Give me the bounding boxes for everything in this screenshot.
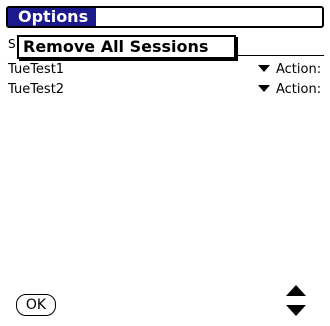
options-menu-title[interactable]: Options	[8, 8, 97, 26]
remove-all-sessions-menu-item[interactable]: Remove All Sessions	[23, 38, 208, 56]
popup-triangle-icon	[258, 65, 270, 72]
action-popup-trigger[interactable]: Action:	[258, 60, 321, 80]
session-list: TueTest1 Action: TueTest2 Action:	[8, 60, 326, 100]
scroll-down-arrow-icon[interactable]	[286, 305, 306, 316]
action-label: Action:	[276, 82, 322, 97]
popup-triangle-icon	[258, 85, 270, 92]
options-dropdown-menu: Remove All Sessions	[17, 35, 236, 59]
session-name: TueTest2	[8, 82, 65, 97]
title-separator-line	[236, 55, 324, 56]
list-item[interactable]: TueTest1 Action:	[8, 60, 326, 80]
menu-bar[interactable]: Options	[6, 6, 324, 28]
list-item[interactable]: TueTest2 Action:	[8, 80, 326, 100]
form-title-stub: S	[8, 37, 16, 51]
action-popup-trigger[interactable]: Action:	[258, 80, 321, 100]
ok-button[interactable]: OK	[16, 294, 56, 316]
scroll-up-arrow-icon[interactable]	[286, 285, 306, 296]
action-label: Action:	[276, 62, 322, 77]
session-name: TueTest1	[8, 62, 65, 77]
